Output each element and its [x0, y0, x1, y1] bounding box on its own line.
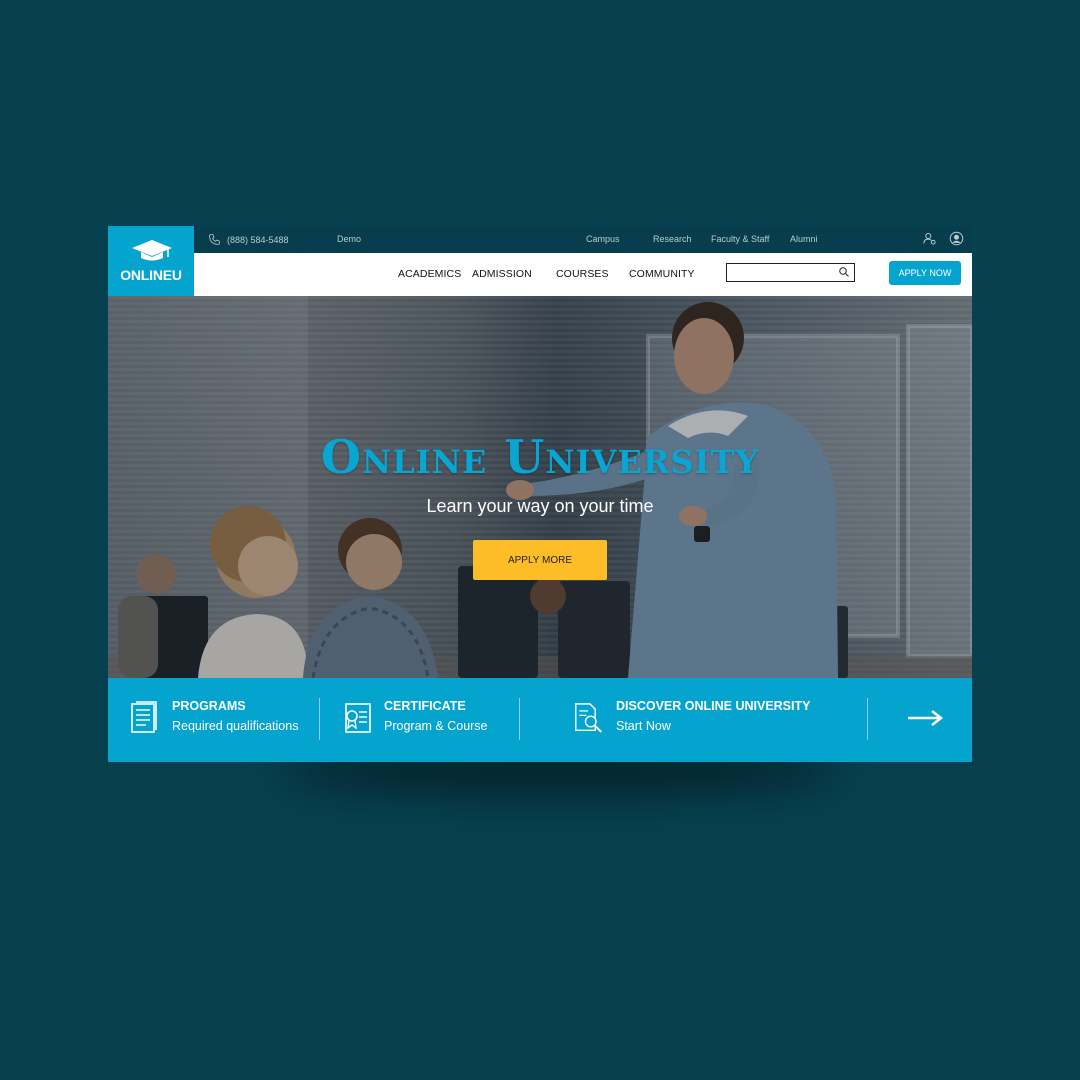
nav-item-academics[interactable]: ACADEMICS: [398, 268, 461, 280]
topbar-link-research[interactable]: Research: [653, 234, 692, 244]
feature-discover[interactable]: DISCOVER ONLINE UNIVERSITY Start Now: [574, 698, 810, 738]
divider: [319, 698, 320, 740]
topbar-link-alumni[interactable]: Alumni: [790, 234, 818, 244]
book-icon: [131, 701, 157, 733]
topbar-link-faculty-staff[interactable]: Faculty & Staff: [711, 234, 769, 244]
feature-subtitle: Start Now: [616, 719, 671, 733]
logo-text: ONLINEU: [120, 267, 182, 283]
feature-title: DISCOVER ONLINE UNIVERSITY: [616, 699, 811, 713]
divider: [519, 698, 520, 740]
hero-subtitle: Learn your way on your time: [426, 496, 654, 516]
nav-item-admission[interactable]: ADMISSION: [472, 268, 532, 280]
phone-number: (888) 584-5488: [227, 234, 289, 245]
feature-subtitle: Program & Course: [384, 719, 488, 733]
logo[interactable]: ONLINEU: [108, 226, 194, 296]
website-frame: ONLINEU (888) 584-5488 Demo Campus Resea…: [108, 226, 972, 762]
demo-link[interactable]: Demo: [337, 234, 361, 244]
apply-more-button[interactable]: APPLY MORE: [473, 540, 607, 580]
nav-item-community[interactable]: COMMUNITY: [629, 268, 695, 280]
nav-item-courses[interactable]: COURSES: [556, 268, 609, 280]
hero-photo: [108, 296, 972, 678]
top-bar: (888) 584-5488 Demo Campus Research Facu…: [194, 226, 972, 253]
apply-now-button[interactable]: APPLY NOW: [889, 261, 961, 285]
phone-link[interactable]: (888) 584-5488: [208, 233, 289, 246]
topbar-link-campus[interactable]: Campus: [586, 234, 620, 244]
search-input[interactable]: [726, 263, 855, 282]
hero-title: Online University: [320, 430, 760, 484]
document-search-icon: [575, 703, 603, 733]
hero-section: Online University Learn your way on your…: [108, 296, 972, 678]
feature-title: CERTIFICATE: [384, 699, 466, 713]
phone-icon: [209, 234, 220, 245]
feature-title: PROGRAMS: [172, 699, 246, 713]
certificate-icon: [345, 703, 371, 733]
main-nav: ACADEMICS ADMISSION COURSES COMMUNITY AP…: [194, 253, 972, 296]
arrow-right-icon[interactable]: [906, 708, 944, 728]
features-strip: PROGRAMS Required qualifications CERTIFI…: [108, 678, 972, 762]
user-settings-icon[interactable]: [922, 231, 937, 246]
feature-programs[interactable]: PROGRAMS Required qualifications: [130, 698, 298, 738]
account-icon[interactable]: [949, 231, 964, 246]
graduation-cap-icon: [132, 240, 172, 261]
divider: [867, 698, 868, 740]
feature-subtitle: Required qualifications: [172, 719, 299, 733]
feature-certificate[interactable]: CERTIFICATE Program & Course: [342, 698, 488, 738]
search-icon[interactable]: [838, 266, 850, 278]
